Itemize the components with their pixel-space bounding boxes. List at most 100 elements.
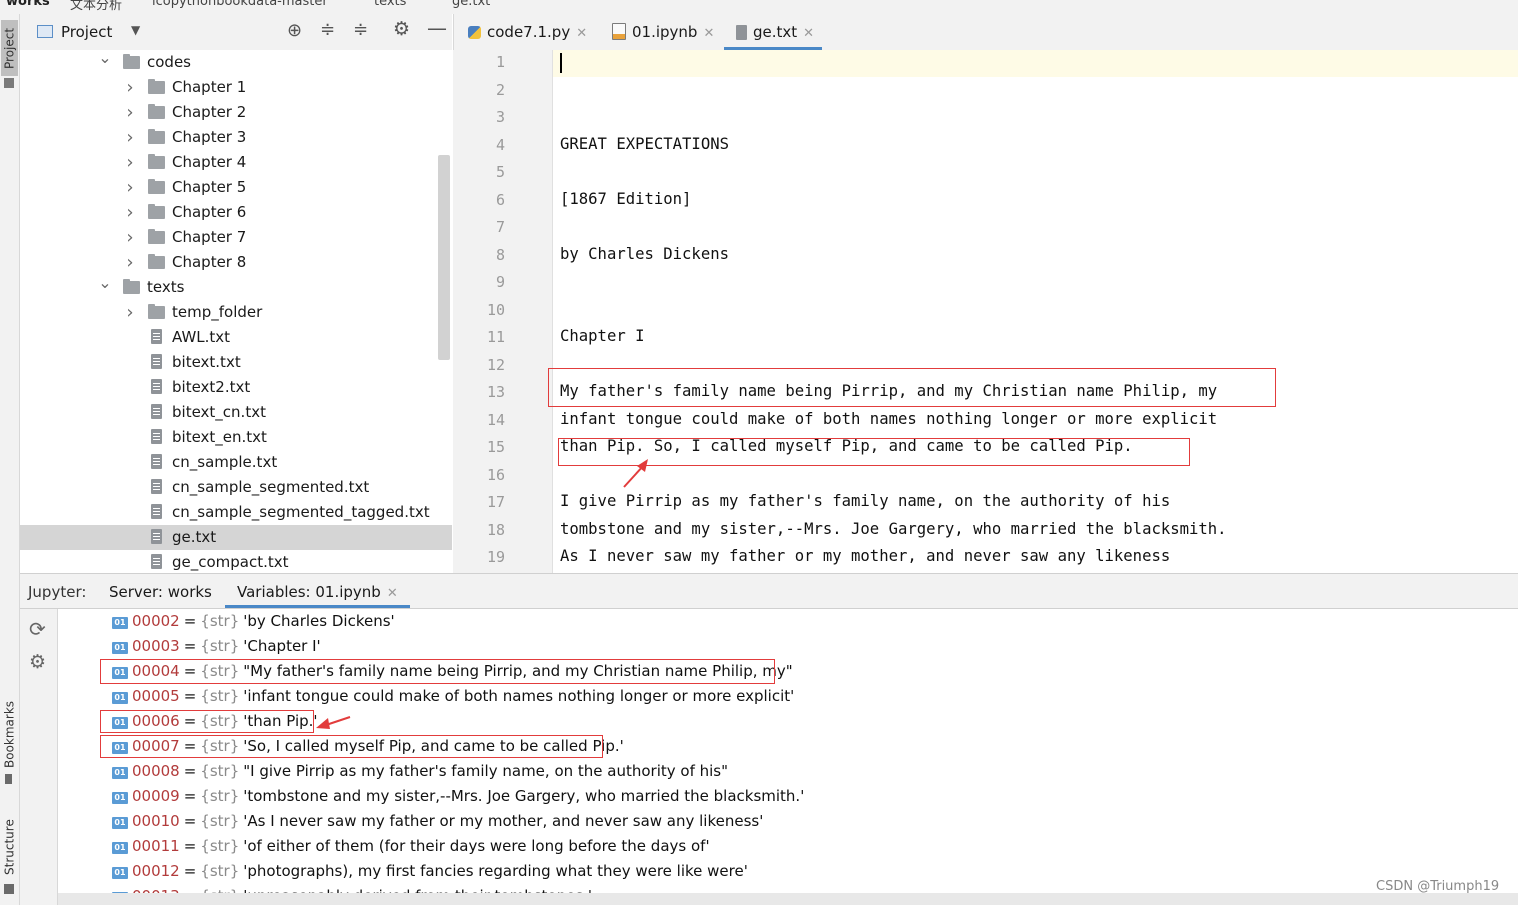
- chevron-right-icon[interactable]: ›: [123, 175, 137, 200]
- variable-type-icon: 01: [112, 617, 128, 629]
- jupyter-label: Jupyter:: [28, 583, 87, 601]
- tree-item-label: Chapter 2: [172, 103, 247, 121]
- chevron-right-icon[interactable]: ›: [123, 300, 137, 325]
- chevron-right-icon[interactable]: ›: [123, 125, 137, 150]
- variable-row[interactable]: 01 00008 = {str} "I give Pirrip as my father…: [112, 759, 728, 784]
- tree-item[interactable]: › temp_folder: [20, 300, 452, 325]
- folder-icon: [148, 154, 165, 169]
- annotation-box: [548, 368, 1276, 407]
- gear-icon[interactable]: ⚙: [29, 651, 46, 673]
- variable-type-icon: 01: [112, 792, 128, 804]
- variable-row[interactable]: 01 00003 = {str} 'Chapter I': [112, 634, 321, 659]
- tree-item[interactable]: bitext.txt: [20, 350, 452, 375]
- variable-type-icon: 01: [112, 817, 128, 829]
- tree-item[interactable]: bitext_en.txt: [20, 425, 452, 450]
- variable-row[interactable]: 01 00009 = {str}'tombstone and my sister,--…: [112, 784, 804, 809]
- variable-row[interactable]: 01 00010 = {str} 'As I never saw my father o…: [112, 809, 763, 834]
- close-icon[interactable]: ✕: [576, 26, 587, 41]
- tab-code7-1-py[interactable]: code7.1.py ✕: [468, 14, 587, 50]
- project-tree: ⌄ codes › Chapter 1 › Chapter 2 › Chapter 3 › Cha…: [20, 50, 452, 573]
- chevron-right-icon[interactable]: ›: [123, 200, 137, 225]
- bookmarks-tool-window-button[interactable]: Bookmarks: [1, 699, 18, 769]
- refresh-icon[interactable]: ⟳: [29, 617, 46, 641]
- tree-item[interactable]: ge.txt: [20, 525, 452, 550]
- tree-item-label: Chapter 4: [172, 153, 247, 171]
- structure-tool-window-button[interactable]: Structure: [1, 814, 18, 880]
- breadcrumb-item[interactable]: texts: [374, 0, 406, 9]
- tree-item[interactable]: ⌄ texts: [20, 273, 452, 300]
- tree-item[interactable]: ge_compact.txt: [20, 550, 452, 573]
- tree-item-label: bitext_cn.txt: [172, 403, 266, 421]
- tree-item[interactable]: bitext2.txt: [20, 375, 452, 400]
- variable-row[interactable]: 01 00002 = {str}'by Charles Dickens': [112, 609, 395, 634]
- line-number: 18: [486, 521, 505, 539]
- annotation-box: [100, 659, 775, 684]
- variable-row[interactable]: 01 00005 = {str}'infant tongue could make o…: [112, 684, 794, 709]
- tree-item[interactable]: ⌄ codes: [20, 50, 452, 75]
- variable-value: 'of either of them (for their days were …: [243, 837, 710, 855]
- chevron-right-icon[interactable]: ›: [123, 250, 137, 275]
- close-icon[interactable]: ✕: [387, 586, 398, 601]
- line-number: 3: [495, 108, 505, 126]
- chevron-right-icon[interactable]: ›: [123, 150, 137, 175]
- tree-item[interactable]: › Chapter 5: [20, 175, 452, 200]
- tree-item[interactable]: cn_sample_segmented.txt: [20, 475, 452, 500]
- tree-item[interactable]: › Chapter 7: [20, 225, 452, 250]
- tree-item-label: Chapter 7: [172, 228, 247, 246]
- chevron-down-icon[interactable]: ⌄: [98, 270, 112, 295]
- tab-server[interactable]: Server: works: [109, 574, 212, 608]
- variable-value: 'tombstone and my sister,--Mrs. Joe Garg…: [243, 787, 805, 805]
- tree-scrollbar[interactable]: [438, 155, 450, 360]
- tree-item[interactable]: cn_sample.txt: [20, 450, 452, 475]
- chevron-down-icon[interactable]: ▼: [131, 23, 140, 37]
- horizontal-scrollbar[interactable]: [58, 893, 1518, 905]
- code-line: infant tongue could make of both names n…: [560, 410, 1218, 428]
- project-panel-title[interactable]: Project: [61, 23, 112, 41]
- variable-type: {str}: [200, 862, 240, 880]
- close-icon[interactable]: ✕: [803, 26, 814, 41]
- hide-panel-icon[interactable]: —: [427, 16, 447, 40]
- breadcrumb-item[interactable]: works: [6, 0, 50, 9]
- editor-tab-bar: code7.1.py ✕ 01.ipynb ✕ ge.txt ✕: [453, 14, 1518, 50]
- variable-type: {str}: [200, 687, 240, 705]
- tree-item[interactable]: › Chapter 1: [20, 75, 452, 100]
- variable-row[interactable]: 01 00012 = {str}'photographs), my first fan…: [112, 859, 748, 884]
- tree-item[interactable]: › Chapter 6: [20, 200, 452, 225]
- tree-item[interactable]: › Chapter 3: [20, 125, 452, 150]
- close-icon[interactable]: ✕: [703, 26, 714, 41]
- tab-ge-txt[interactable]: ge.txt ✕: [724, 14, 823, 50]
- equals-sign: =: [183, 762, 197, 780]
- folder-icon: [148, 229, 165, 244]
- expand-all-icon[interactable]: ≑: [320, 19, 335, 40]
- jupyter-tool-bar: Jupyter: Server: works Variables: 01.ipy…: [20, 573, 1518, 609]
- chevron-right-icon[interactable]: ›: [123, 225, 137, 250]
- tree-item-label: texts: [147, 278, 185, 296]
- chevron-right-icon[interactable]: ›: [123, 75, 137, 100]
- breadcrumb-item[interactable]: ge.txt: [452, 0, 490, 9]
- tab-variables[interactable]: Variables: 01.ipynb ✕: [225, 574, 410, 608]
- collapse-all-icon[interactable]: ≑: [353, 19, 368, 40]
- variable-type-icon: 01: [112, 642, 128, 654]
- tab-01-ipynb[interactable]: 01.ipynb ✕: [612, 14, 714, 50]
- tree-item[interactable]: cn_sample_segmented_tagged.txt: [20, 500, 452, 525]
- line-number: 16: [486, 466, 505, 484]
- tree-item-label: cn_sample_segmented.txt: [172, 478, 370, 496]
- chevron-right-icon[interactable]: ›: [123, 100, 137, 125]
- tree-item[interactable]: › Chapter 2: [20, 100, 452, 125]
- variable-row[interactable]: 01 00011 = {str}'of either of them (for the…: [112, 834, 710, 859]
- project-tool-window-button[interactable]: Project: [1, 20, 18, 76]
- tree-item[interactable]: AWL.txt: [20, 325, 452, 350]
- tree-item[interactable]: bitext_cn.txt: [20, 400, 452, 425]
- line-number: 12: [486, 356, 505, 374]
- equals-sign: =: [183, 787, 197, 805]
- variable-name: 00012: [132, 862, 180, 880]
- tree-item[interactable]: › Chapter 8: [20, 250, 452, 275]
- chevron-down-icon[interactable]: ⌄: [98, 50, 112, 70]
- variable-type-icon: 01: [112, 867, 128, 879]
- breadcrumb-item[interactable]: 文本分析: [70, 0, 122, 13]
- breadcrumb-item[interactable]: icopythonbookdata-master: [152, 0, 328, 9]
- locate-file-icon[interactable]: ⊕: [287, 20, 302, 41]
- line-number: 9: [495, 273, 505, 291]
- tree-item[interactable]: › Chapter 4: [20, 150, 452, 175]
- gear-icon[interactable]: ⚙: [393, 18, 410, 40]
